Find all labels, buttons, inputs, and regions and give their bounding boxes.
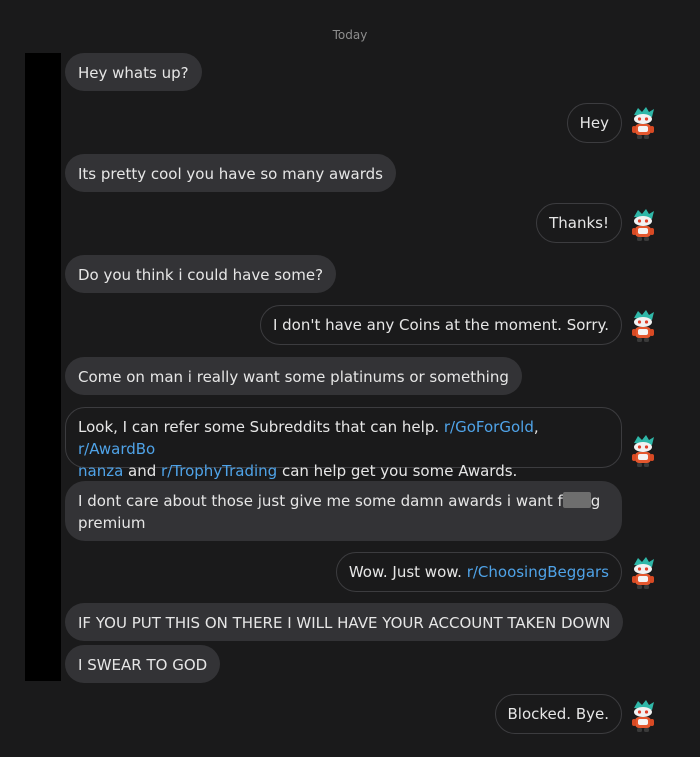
outgoing-message: Wow. Just wow. r/ChoosingBeggars: [335, 552, 622, 592]
snoo-avatar-icon[interactable]: [628, 556, 658, 590]
message-text: premium: [78, 514, 146, 532]
censor-blur: [562, 492, 591, 508]
outgoing-message: Look, I can refer some Subreddits that c…: [65, 407, 622, 480]
outgoing-message: Thanks!: [536, 203, 622, 243]
incoming-message: I SWEAR TO GOD: [65, 645, 221, 683]
incoming-message: IF YOU PUT THIS ON THERE I WILL HAVE YOU…: [65, 603, 624, 641]
message-text: ,: [533, 418, 539, 436]
snoo-avatar-icon[interactable]: [628, 309, 658, 343]
message-text: Wow. Just wow.: [348, 563, 467, 581]
incoming-message: Its pretty cool you have so many awards: [65, 154, 396, 192]
outgoing-message: Blocked. Bye.: [494, 694, 622, 734]
redaction-bar: [25, 53, 61, 681]
snoo-avatar-icon[interactable]: [628, 434, 658, 468]
chat-window: Today Hey whats up? Hey Its pretty cool …: [0, 0, 700, 757]
subreddit-link[interactable]: nanza: [78, 462, 123, 480]
subreddit-link[interactable]: r/ChoosingBeggars: [467, 563, 609, 581]
subreddit-link[interactable]: r/TrophyTrading: [161, 462, 277, 480]
incoming-message: I dont care about those just give me som…: [65, 481, 622, 541]
message-text: and: [123, 462, 162, 480]
date-separator: Today: [332, 28, 368, 42]
snoo-avatar-icon[interactable]: [628, 208, 658, 242]
message-text: Look, I can refer some Subreddits that c…: [78, 418, 444, 436]
outgoing-message: I don't have any Coins at the moment. So…: [259, 305, 622, 345]
message-text: g: [590, 492, 601, 510]
snoo-avatar-icon[interactable]: [628, 699, 658, 733]
outgoing-message: Hey: [566, 103, 622, 143]
snoo-avatar-icon[interactable]: [628, 106, 658, 140]
incoming-message: Do you think i could have some?: [65, 255, 337, 293]
message-text: I dont care about those just give me som…: [78, 492, 563, 510]
message-text: can help get you some Awards.: [277, 462, 518, 480]
incoming-message: Come on man i really want some platinums…: [65, 357, 522, 395]
subreddit-link[interactable]: r/AwardBo: [78, 440, 155, 458]
subreddit-link[interactable]: r/GoForGold: [444, 418, 534, 436]
incoming-message: Hey whats up?: [65, 53, 202, 91]
